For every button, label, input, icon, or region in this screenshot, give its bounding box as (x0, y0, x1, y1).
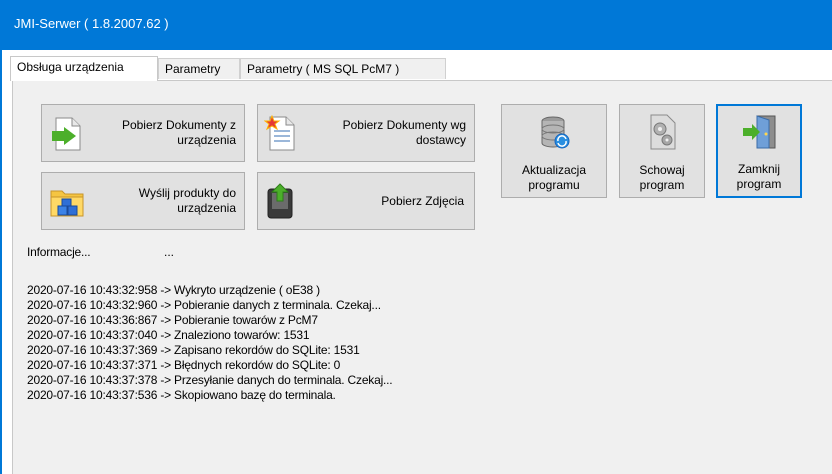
tab-label: Parametry ( MS SQL PcM7 ) (247, 62, 400, 76)
log-line: 2020-07-16 10:43:37:536 -> Skopiowano ba… (27, 388, 336, 402)
log-line: 2020-07-16 10:43:36:867 -> Pobieranie to… (27, 313, 318, 327)
button-label-line1: Pobierz Dokumenty wg (342, 118, 466, 132)
document-star-icon (263, 114, 296, 154)
tab-parametry-ms-sql[interactable]: Parametry ( MS SQL PcM7 ) (240, 58, 446, 79)
send-products-button[interactable]: Wyślij produkty do urządzenia (41, 172, 245, 230)
download-documents-button[interactable]: Pobierz Dokumenty z urządzenia (41, 104, 245, 162)
tab-parametry[interactable]: Parametry (158, 58, 240, 79)
button-label-line2: urządzenia (177, 133, 236, 147)
button-label-line2: urządzenia (177, 201, 236, 215)
button-label-line1: Wyślij produkty do (138, 186, 236, 200)
info-label: Informacje... (27, 245, 91, 259)
log-line: 2020-07-16 10:43:37:369 -> Zapisano reko… (27, 343, 360, 357)
download-photos-button[interactable]: Pobierz Zdjęcia (257, 172, 475, 230)
update-program-button[interactable]: Aktualizacja programu (501, 104, 607, 198)
tab-strip: Obsługa urządzenia Parametry Parametry (… (10, 56, 830, 81)
exit-door-icon (743, 114, 777, 153)
log-line: 2020-07-16 10:43:32:960 -> Pobieranie da… (27, 298, 381, 312)
database-refresh-icon (539, 115, 571, 154)
hide-program-button[interactable]: Schowaj program (619, 104, 705, 198)
button-label-line1: Schowaj (639, 163, 685, 177)
window-title: JMI-Serwer ( 1.8.2007.62 ) (14, 16, 169, 31)
tab-label: Parametry (165, 62, 221, 76)
gears-icon (647, 113, 679, 154)
close-program-button[interactable]: Zamknij program (716, 104, 802, 198)
button-label-line1: Zamknij (737, 162, 780, 176)
button-label-line2: program (736, 177, 782, 191)
tab-obsluga-urzadzenia[interactable]: Obsługa urządzenia (10, 56, 158, 81)
tab-label: Obsługa urządzenia (17, 60, 124, 74)
log-line: 2020-07-16 10:43:37:371 -> Błędnych reko… (27, 358, 341, 372)
log-line: 2020-07-16 10:43:37:040 -> Znaleziono to… (27, 328, 310, 342)
log-line: 2020-07-16 10:43:37:378 -> Przesyłanie d… (27, 373, 393, 387)
device-upload-icon (266, 183, 296, 222)
download-by-supplier-button[interactable]: Pobierz Dokumenty wg dostawcy (257, 104, 475, 162)
app-window: JMI-Serwer ( 1.8.2007.62 ) Obsługa urząd… (0, 0, 832, 474)
button-label-line2: programu (528, 178, 580, 192)
info-value: ... (164, 245, 175, 259)
window-border (0, 50, 2, 474)
button-label-line2: program (639, 178, 685, 192)
button-label-line1: Pobierz Dokumenty z (121, 118, 236, 132)
title-bar[interactable]: JMI-Serwer ( 1.8.2007.62 ) (0, 0, 832, 50)
log-output: 2020-07-16 10:43:32:958 -> Wykryto urząd… (27, 283, 727, 403)
button-label-line2: dostawcy (415, 133, 466, 147)
button-label: Pobierz Zdjęcia (381, 194, 464, 208)
log-line: 2020-07-16 10:43:32:958 -> Wykryto urząd… (27, 283, 320, 297)
button-label-line1: Aktualizacja (521, 163, 587, 177)
